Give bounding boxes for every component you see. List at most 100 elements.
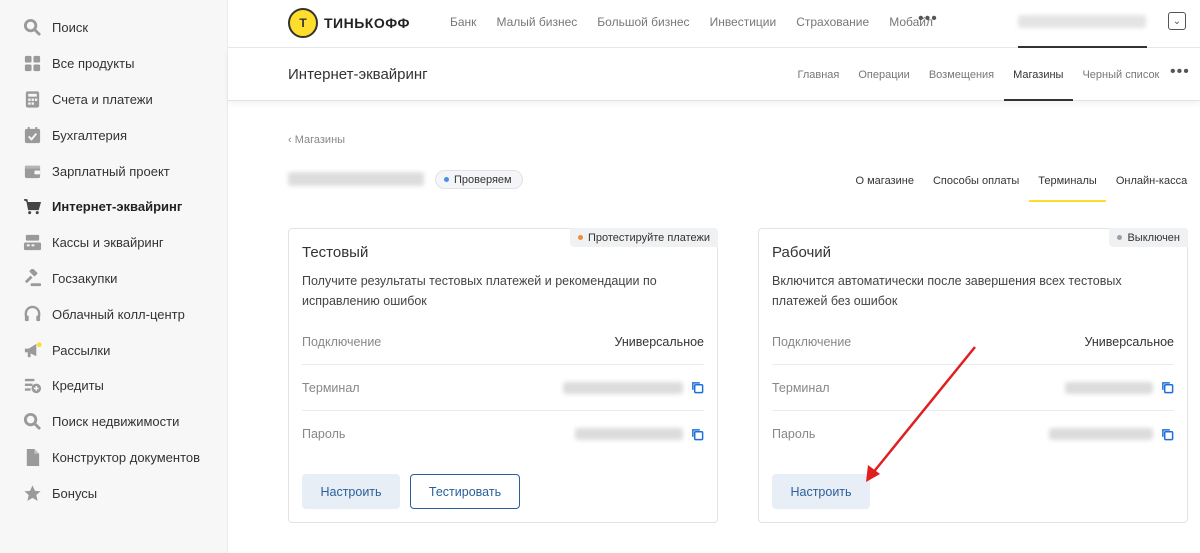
sidebar-item-bonuses[interactable]: Бонусы (0, 475, 227, 511)
tab-stores[interactable]: Магазины (1003, 49, 1074, 101)
status-dot-icon (577, 235, 583, 240)
logo-text: ТИНЬКОФФ (324, 15, 410, 31)
badge-label: Протестируйте платежи (587, 231, 710, 244)
password-label: Пароль (302, 427, 346, 441)
document-icon (22, 447, 42, 467)
connection-row: Подключение Универсальное (302, 319, 704, 365)
top-nav-big-business[interactable]: Большой бизнес (597, 15, 689, 29)
sidebar-item-credits[interactable]: Кредиты (0, 368, 227, 404)
sidebar-item-all-products[interactable]: Все продукты (0, 46, 227, 82)
sidebar-item-accounting[interactable]: Бухгалтерия (0, 117, 227, 153)
sidebar-item-label: Поиск (52, 20, 89, 36)
terminal-value-redacted (563, 381, 683, 394)
copy-icon[interactable] (1161, 381, 1174, 394)
terminal-label: Терминал (772, 380, 830, 395)
logo[interactable]: T ТИНЬКОФФ (288, 8, 410, 38)
sidebar-item-search[interactable]: Поиск (0, 10, 227, 46)
tab-main[interactable]: Главная (788, 49, 849, 101)
top-nav-small-business[interactable]: Малый бизнес (496, 15, 577, 29)
status-dot-icon (1117, 235, 1123, 240)
top-header: T ТИНЬКОФФ Банк Малый бизнес Большой биз… (228, 0, 1200, 48)
card-status-badge: Выключен (1109, 228, 1188, 247)
bank-shield-icon: T (288, 8, 318, 38)
sidebar-item-label: Облачный колл-центр (52, 306, 185, 322)
connection-row: Подключение Универсальное (772, 319, 1174, 365)
status-dot-icon (444, 177, 449, 182)
sidebar-item-label: Госзакупки (52, 270, 118, 286)
terminal-row: Терминал (302, 365, 704, 411)
card-description: Получите результаты тестовых платежей и … (302, 274, 657, 308)
top-nav-insurance[interactable]: Страхование (796, 15, 869, 29)
search-icon (22, 18, 42, 38)
sidebar-item-label: Кассы и эквайринг (52, 235, 164, 251)
sidebar-item-label: Зарплатный проект (52, 163, 170, 179)
terminal-value-redacted (1065, 381, 1153, 394)
terminal-card-production: Выключен Рабочий Включится автоматически… (758, 228, 1188, 523)
wallet-icon (22, 161, 42, 181)
sidebar-item-label: Интернет-эквайринг (52, 199, 183, 215)
configure-button[interactable]: Настроить (772, 474, 870, 509)
store-name-redacted (288, 172, 424, 186)
badge-label: Выключен (1127, 231, 1180, 244)
tab-operations[interactable]: Операции (849, 49, 919, 101)
password-row: Пароль (772, 411, 1174, 457)
calculator-icon (22, 89, 42, 109)
user-name-redacted[interactable] (1018, 15, 1146, 28)
calendar-check-icon (22, 125, 42, 145)
copy-icon[interactable] (691, 428, 704, 441)
product-header: Интернет-эквайринг Главная Операции Возм… (228, 49, 1200, 101)
sidebar-item-label: Рассылки (52, 342, 111, 358)
credit-plus-icon (22, 376, 42, 396)
tab-about-store[interactable]: О магазине (846, 160, 923, 202)
sidebar-item-label: Бонусы (52, 485, 98, 501)
connection-label: Подключение (772, 334, 852, 349)
search-icon (22, 412, 42, 432)
sidebar-item-label: Все продукты (52, 56, 135, 72)
sidebar-item-salary[interactable]: Зарплатный проект (0, 153, 227, 189)
configure-button[interactable]: Настроить (302, 474, 400, 509)
password-label: Пароль (772, 427, 816, 441)
password-row: Пароль (302, 411, 704, 457)
card-title: Тестовый (302, 244, 369, 261)
sidebar-item-cash-registers[interactable]: Кассы и эквайринг (0, 225, 227, 261)
tab-blacklist[interactable]: Черный список (1073, 49, 1169, 101)
sidebar-item-accounts[interactable]: Счета и платежи (0, 82, 227, 118)
password-value-redacted (575, 428, 683, 440)
user-underline (1018, 46, 1147, 48)
card-actions: Настроить Тестировать (302, 474, 520, 509)
sidebar-item-internet-acquiring[interactable]: Интернет-эквайринг (0, 189, 227, 225)
page-title: Интернет-эквайринг (288, 66, 428, 83)
sidebar-item-doc-constructor[interactable]: Конструктор документов (0, 440, 227, 476)
tab-terminals[interactable]: Терминалы (1028, 160, 1107, 202)
tab-payment-methods[interactable]: Способы оплаты (923, 160, 1028, 202)
grid-icon (22, 54, 42, 74)
top-nav: Банк Малый бизнес Большой бизнес Инвести… (450, 15, 933, 29)
breadcrumb[interactable]: ‹ Магазины (288, 134, 345, 146)
connection-value: Универсальное (614, 334, 704, 349)
sidebar-item-label: Счета и платежи (52, 91, 153, 107)
sidebar: Поиск Все продукты Счета и платежи Бухга… (0, 0, 228, 553)
terminal-card-test: Протестируйте платежи Тестовый Получите … (288, 228, 718, 523)
tab-online-cashbox[interactable]: Онлайн-касса (1106, 160, 1196, 202)
cart-icon (22, 197, 42, 217)
sidebar-item-mailings[interactable]: Рассылки (0, 332, 227, 368)
sidebar-item-real-estate[interactable]: Поиск недвижимости (0, 404, 227, 440)
more-icon[interactable]: ••• (918, 10, 938, 28)
copy-icon[interactable] (691, 381, 704, 394)
status-badge: Проверяем (435, 170, 523, 189)
sidebar-item-label: Бухгалтерия (52, 127, 128, 143)
copy-icon[interactable] (1161, 428, 1174, 441)
more-icon[interactable]: ••• (1170, 63, 1190, 81)
sidebar-item-call-center[interactable]: Облачный колл-центр (0, 296, 227, 332)
card-status-badge: Протестируйте платежи (569, 228, 718, 247)
chevron-down-icon[interactable]: ⌄ (1168, 12, 1186, 30)
top-nav-investments[interactable]: Инвестиции (710, 15, 777, 29)
card-description: Включится автоматически после завершения… (772, 274, 1122, 308)
test-button[interactable]: Тестировать (410, 474, 520, 509)
sidebar-item-procurement[interactable]: Госзакупки (0, 261, 227, 297)
star-icon (22, 483, 42, 503)
sidebar-item-label: Конструктор документов (52, 449, 201, 465)
top-nav-bank[interactable]: Банк (450, 15, 476, 29)
status-label: Проверяем (454, 173, 512, 186)
tab-refunds[interactable]: Возмещения (919, 49, 1003, 101)
